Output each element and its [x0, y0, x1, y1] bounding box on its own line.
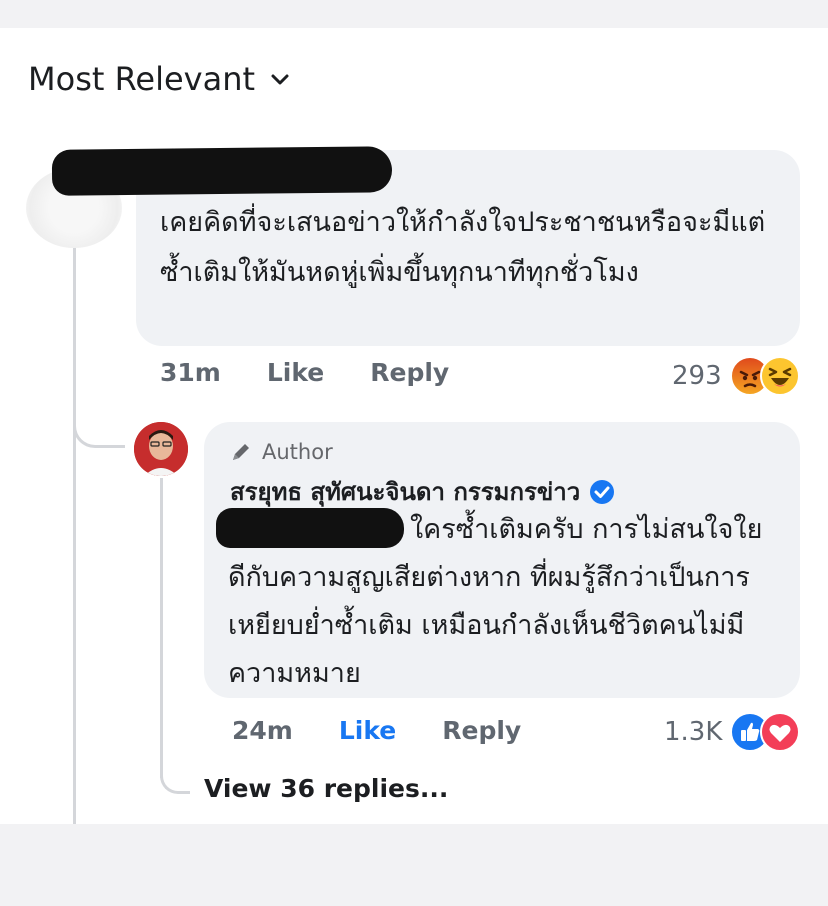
- love-icon: [760, 712, 801, 752]
- haha-icon: [759, 356, 800, 396]
- reaction-summary[interactable]: 293: [672, 356, 800, 396]
- reply-connector: [73, 400, 125, 448]
- chevron-down-icon: [271, 74, 289, 85]
- redacted-commenter-name: [51, 146, 393, 196]
- author-avatar[interactable]: [134, 422, 188, 476]
- author-badge: Author: [230, 440, 333, 464]
- reply-button[interactable]: Reply: [370, 358, 449, 387]
- thread-line: [73, 240, 76, 824]
- like-button[interactable]: Like: [267, 358, 324, 387]
- reply-text: ใครซ้ำเติมครับ การไม่สนใจใยดีกับความสูญเ…: [228, 514, 763, 689]
- comment-actions: 31m Like Reply: [160, 358, 449, 387]
- view-replies-link[interactable]: View 36 replies...: [204, 774, 448, 803]
- pencil-icon: [233, 444, 249, 460]
- reaction-count: 293: [672, 361, 722, 391]
- verified-icon: [590, 479, 615, 504]
- reply-reply-button[interactable]: Reply: [442, 716, 521, 745]
- reply-thread-line: [160, 478, 163, 778]
- reply-time[interactable]: 24m: [232, 716, 293, 745]
- sort-label: Most Relevant: [28, 60, 256, 98]
- sort-dropdown[interactable]: Most Relevant: [28, 60, 291, 98]
- reply-reaction-count: 1.3K: [664, 717, 723, 747]
- comment-time[interactable]: 31m: [160, 358, 221, 387]
- reply-reaction-summary[interactable]: 1.3K: [664, 712, 801, 752]
- reply-like-button[interactable]: Like: [339, 716, 396, 745]
- author-badge-label: Author: [262, 440, 333, 464]
- reply-actions: 24m Like Reply: [232, 716, 521, 745]
- comment-text: เคยคิดที่จะเสนอข่าวให้กำลังใจประชาชนหรือ…: [160, 207, 766, 288]
- view-replies-connector: [160, 760, 190, 794]
